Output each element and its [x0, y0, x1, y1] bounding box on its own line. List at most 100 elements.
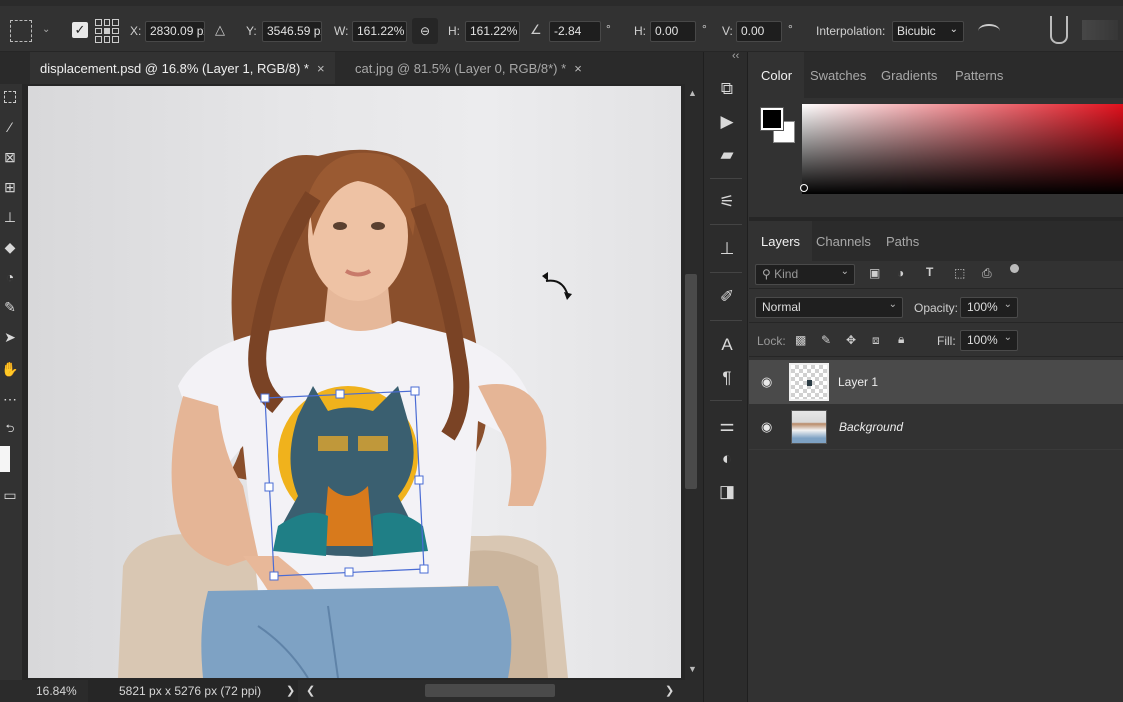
kind-placeholder: Kind: [774, 267, 799, 281]
layer-thumbnail[interactable]: [791, 410, 827, 444]
scroll-left-icon[interactable]: ❮: [306, 684, 315, 697]
angle-field[interactable]: -2.84: [549, 21, 601, 42]
reference-point-grid-icon[interactable]: [95, 19, 119, 43]
interpolation-select[interactable]: Bicubic ⌄: [892, 21, 964, 42]
history-icon[interactable]: ⧉: [714, 76, 740, 102]
lock-transparency-icon[interactable]: ▩: [795, 333, 806, 347]
opacity-field[interactable]: 100% ⌄: [960, 297, 1018, 318]
warp-icon[interactable]: [978, 24, 1000, 38]
adjustments-icon[interactable]: ⚌: [714, 413, 740, 439]
color-adjust-icon[interactable]: ◐: [714, 446, 740, 472]
eraser-tool-icon[interactable]: ◆: [0, 236, 20, 258]
frame-tool-icon[interactable]: ⊠: [0, 146, 20, 168]
clone-source-icon[interactable]: ⊥: [714, 236, 740, 262]
cancel-transform-icon[interactable]: [1050, 16, 1068, 44]
portrait-image: [118, 149, 572, 678]
type-filter-icon[interactable]: T: [926, 265, 933, 279]
layer-row-layer-1[interactable]: ◉ Layer 1: [749, 360, 1123, 404]
swap-colors-icon[interactable]: ⮌: [0, 418, 20, 440]
tab-patterns[interactable]: Patterns: [955, 52, 1003, 98]
pen-tool-icon[interactable]: ✎: [0, 296, 20, 318]
tab-displacement[interactable]: displacement.psd @ 16.8% (Layer 1, RGB/8…: [30, 52, 335, 84]
smudge-tool-icon[interactable]: ◔: [0, 266, 20, 288]
blend-mode-select[interactable]: Normal ⌄: [755, 297, 903, 318]
fill-field[interactable]: 100% ⌄: [960, 330, 1018, 351]
foreground-color-swatch[interactable]: [760, 107, 784, 131]
collapse-panels-icon[interactable]: ‹‹: [732, 50, 739, 62]
tab-paths[interactable]: Paths: [886, 221, 919, 261]
layer-filter-kind[interactable]: ⚲ Kind ⌄: [755, 264, 855, 285]
color-picker-handle[interactable]: [800, 184, 808, 192]
tab-layers[interactable]: Layers: [749, 221, 813, 261]
background-color-swatch[interactable]: [0, 446, 10, 472]
horizontal-scrollbar-thumb[interactable]: [425, 684, 555, 697]
layer-name[interactable]: Background: [839, 420, 903, 434]
chevron-down-icon: ⌄: [1003, 332, 1012, 343]
adjustment-filter-icon[interactable]: ◑: [897, 266, 904, 280]
stamp-tool-icon[interactable]: ⊥: [0, 206, 20, 228]
visibility-eye-icon[interactable]: ◉: [761, 419, 772, 435]
paragraph-icon[interactable]: ¶: [714, 365, 740, 391]
tab-label: displacement.psd @ 16.8% (Layer 1, RGB/8…: [40, 60, 309, 76]
layer-thumbnail[interactable]: [789, 363, 829, 401]
path-select-icon[interactable]: ➤: [0, 326, 20, 348]
lock-all-icon[interactable]: 🔒︎: [898, 332, 904, 347]
layer-row-background[interactable]: ◉ Background: [749, 405, 1123, 449]
chevron-right-icon[interactable]: ❯: [286, 684, 295, 697]
close-icon[interactable]: ×: [574, 61, 582, 76]
opacity-label: Opacity:: [914, 301, 959, 315]
hskew-field[interactable]: 0.00: [650, 21, 696, 42]
shape-filter-icon[interactable]: ⬚: [954, 266, 965, 280]
lock-pixels-icon[interactable]: ✎: [821, 333, 831, 347]
layer-name[interactable]: Layer 1: [838, 375, 878, 389]
libraries-icon[interactable]: ◨: [714, 479, 740, 505]
tab-cat[interactable]: cat.jpg @ 81.5% (Layer 0, RGB/8*) * ×: [345, 52, 592, 84]
screen-mode-icon[interactable]: ▭: [0, 484, 20, 506]
magic-wand-icon[interactable]: ⁄: [0, 116, 20, 138]
marquee-tool-icon[interactable]: [0, 86, 20, 108]
tab-swatches[interactable]: Swatches: [810, 52, 866, 98]
tab-color[interactable]: Color: [749, 52, 805, 98]
options-bar: ⌄ ✓ X: 2830.09 px △ Y: 3546.59 px W: 161…: [0, 6, 1123, 52]
link-icon[interactable]: ⊖: [412, 18, 438, 44]
lock-position-icon[interactable]: ✥: [846, 333, 856, 347]
delta-icon[interactable]: △: [215, 22, 225, 38]
tab-gradients[interactable]: Gradients: [881, 52, 937, 98]
width-field[interactable]: 161.22%: [352, 21, 407, 42]
chevron-down-icon: ⌄: [840, 266, 849, 277]
hand-tool-icon[interactable]: ✋: [0, 358, 20, 380]
character-icon[interactable]: A: [714, 332, 740, 358]
reference-point-checkbox[interactable]: ✓: [72, 22, 88, 38]
height-field[interactable]: 161.22%: [465, 21, 520, 42]
vskew-field[interactable]: 0.00: [736, 21, 782, 42]
scrollbar-thumb[interactable]: [685, 274, 697, 489]
vertical-scrollbar[interactable]: ▲ ▼: [685, 84, 703, 680]
zoom-level[interactable]: 16.84%: [36, 684, 77, 698]
angle-icon: ∠: [530, 22, 542, 37]
smart-object-filter-icon[interactable]: ⎙: [982, 266, 992, 281]
vskew-label: V:: [722, 24, 733, 38]
scroll-right-icon[interactable]: ❯: [665, 684, 674, 697]
y-field[interactable]: 3546.59 px: [262, 21, 322, 42]
scroll-up-icon[interactable]: ▲: [688, 88, 697, 98]
x-field[interactable]: 2830.09 px: [145, 21, 205, 42]
actions-play-icon[interactable]: ▶: [714, 109, 740, 135]
filter-toggle-icon[interactable]: [1010, 264, 1019, 273]
close-icon[interactable]: ×: [317, 61, 325, 76]
transform-tool-icon[interactable]: [10, 20, 32, 42]
visibility-eye-icon[interactable]: ◉: [761, 374, 772, 390]
document-photo[interactable]: [28, 86, 681, 678]
color-picker-field[interactable]: [802, 104, 1123, 194]
scroll-down-icon[interactable]: ▼: [688, 664, 697, 674]
more-tools-icon[interactable]: ⋯: [0, 388, 20, 410]
commit-transform-icon[interactable]: [1082, 20, 1118, 40]
chevron-down-icon[interactable]: ⌄: [42, 24, 50, 35]
pixel-filter-icon[interactable]: ▣: [869, 266, 880, 280]
tab-channels[interactable]: Channels: [816, 221, 871, 261]
properties-icon[interactable]: ⚟: [714, 189, 740, 215]
canvas-area[interactable]: [22, 84, 703, 680]
brush-settings-icon[interactable]: ✐: [714, 284, 740, 310]
crop-tool-icon[interactable]: ⊞: [0, 176, 20, 198]
lock-artboard-icon[interactable]: ⧈: [872, 333, 880, 348]
comments-icon[interactable]: ▰: [714, 142, 740, 168]
